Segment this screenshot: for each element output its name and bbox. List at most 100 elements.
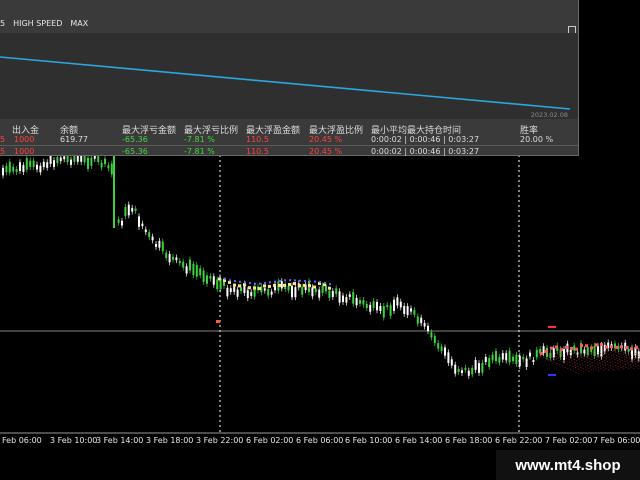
order-marker [244,281,246,284]
candle-body [59,157,62,161]
order-marker [234,280,236,283]
row1-prefix: 5 [0,135,6,144]
candle-body [437,343,440,349]
candle-body [348,294,351,297]
candle-body [63,156,66,160]
order-marker [284,279,286,282]
candle-body [488,358,491,367]
candle-body [246,290,249,299]
row2-hold: 0:00:02 | 0:00:46 | 0:03:27 [371,147,480,156]
sl-marker [548,326,556,328]
candle-body [56,157,59,164]
candle-body [250,292,253,296]
candle-body [508,350,511,363]
candle-body [481,362,484,373]
time-tick-label: Feb 06:00 [2,436,42,445]
candle-body [474,359,477,370]
candle-body [15,169,18,172]
candle-body [573,345,576,351]
candle-body [505,353,508,361]
candle-body [376,302,378,311]
mode-high-speed[interactable]: HIGH SPEED [13,19,62,28]
row2-profit-pct: 20.45 % [309,147,343,156]
candle-body [529,352,531,357]
candle-body [182,261,185,268]
order-marker [314,280,316,283]
trade-marker [273,283,276,287]
candle-body [379,305,382,311]
stats-table: 出入金 余额 最大浮亏金额 最大浮亏比例 最大浮盈金额 最大浮盈比例 最小平均最… [0,121,578,156]
candle-body [457,369,460,373]
mode-max[interactable]: MAX [70,19,88,28]
row1-loss-pct: -7.81 % [184,135,215,144]
candle-body [76,155,79,162]
row1-in-out: 1000 [14,135,35,144]
row1-profit-pct: 20.45 % [309,135,343,144]
trade-marker [293,282,296,286]
order-marker [239,280,241,283]
candle-body [138,216,140,227]
candle-body [25,158,28,170]
candle-body [294,287,297,298]
candle-body [151,236,154,241]
candle-body [165,252,168,258]
row2-profit-amt: 110.5 [246,147,269,156]
candle-body [70,159,72,165]
candle-body [552,348,555,358]
order-marker [264,281,266,284]
order-marker [289,279,291,282]
candle-body [352,291,355,304]
candle-body [321,285,324,293]
candle-body [512,356,514,362]
trade-marker [283,283,286,287]
candle-body [498,357,501,363]
candle-body [396,297,399,306]
candle-body [627,349,630,352]
trade-marker [328,286,331,290]
candle-body [525,358,528,367]
candle-body [73,155,76,162]
candle-body [175,257,178,261]
candle-body [236,289,239,297]
candle-body [121,220,123,226]
candle-body [586,347,589,355]
row1-hold: 0:00:02 | 0:00:46 | 0:03:27 [371,135,480,144]
candle-body [209,276,212,279]
row2-prefix: 5 [0,147,6,156]
candle-body [127,204,130,216]
trade-marker [585,344,588,348]
candle-body [226,287,229,297]
candle-body [532,359,535,363]
candle-body [328,290,331,298]
trade-marker [308,284,311,288]
candle-body [189,259,191,271]
candle-body [495,351,497,362]
candle-body [168,253,171,263]
time-tick-label: 6 Feb 02:00 [246,436,294,445]
candle-body [216,279,219,290]
candle-body [100,162,103,168]
time-tick-label: 3 Feb 22:00 [196,436,244,445]
candle-body [206,275,208,284]
candle-body [314,288,317,293]
order-marker [219,274,221,277]
candle-body [141,223,144,227]
row1-loss-amt: -65.36 [122,135,148,144]
candle-body [393,299,395,311]
candle-body [158,240,161,248]
time-tick-label: 3 Feb 18:00 [146,436,194,445]
row1-win: 20.00 % [520,135,554,144]
candle-body [192,263,195,276]
trade-marker [610,345,613,349]
trade-marker [313,285,316,289]
trade-marker [545,349,548,353]
candle-body [104,158,106,165]
candle-body [270,291,273,295]
time-tick-label: 6 Feb 10:00 [345,436,393,445]
candle-body [406,306,409,316]
candle-body [359,300,361,304]
order-marker [294,279,296,282]
candle-body [471,367,474,375]
candle-body [427,325,429,332]
candle-body [2,167,4,176]
